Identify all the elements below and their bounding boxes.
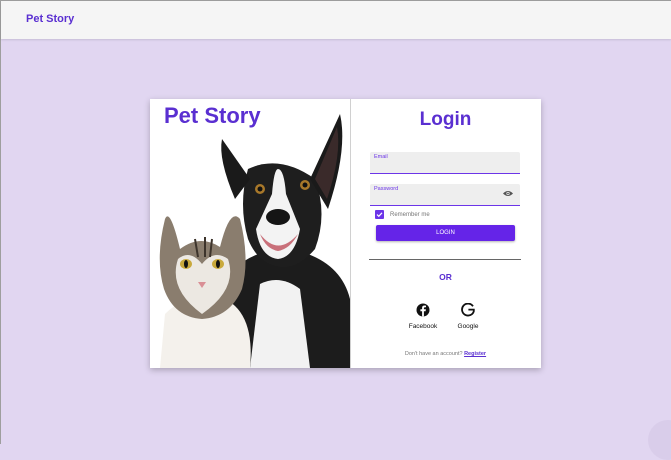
pets-illustration: [159, 114, 350, 368]
register-prompt: Don't have an account? Register: [350, 351, 541, 357]
password-field-label: Password: [374, 186, 399, 192]
google-label: Google: [457, 323, 479, 330]
register-prompt-text: Don't have an account?: [404, 351, 463, 357]
email-field-label: Email: [374, 154, 388, 160]
password-field[interactable]: Password: [370, 184, 520, 206]
google-button[interactable]: Google: [448, 302, 488, 330]
login-card: Pet Story Login Email Password Remember …: [150, 99, 541, 368]
divider: [369, 259, 521, 260]
facebook-label: Facebook: [408, 323, 438, 330]
email-field[interactable]: Email: [370, 152, 520, 174]
register-link[interactable]: Register: [464, 351, 486, 357]
remember-me: Remember me: [375, 210, 430, 219]
remember-checkbox[interactable]: [375, 210, 384, 219]
app-title[interactable]: Pet Story: [26, 13, 74, 25]
app-bar: Pet Story: [1, 1, 671, 39]
facebook-icon: [416, 303, 430, 317]
pet-photo-panel: Pet Story: [150, 99, 351, 368]
google-icon: [461, 302, 475, 317]
login-title: Login: [419, 109, 472, 130]
eye-icon[interactable]: [503, 190, 513, 197]
facebook-button[interactable]: Facebook: [403, 303, 443, 330]
window-left-border: [0, 0, 1, 444]
remember-me-label: Remember me: [390, 211, 430, 218]
corner-bubble[interactable]: [648, 420, 671, 460]
check-icon: [376, 212, 383, 218]
login-button[interactable]: LOGIN: [376, 225, 515, 241]
or-separator: OR: [439, 272, 452, 282]
hero-title: Pet Story: [164, 103, 261, 128]
